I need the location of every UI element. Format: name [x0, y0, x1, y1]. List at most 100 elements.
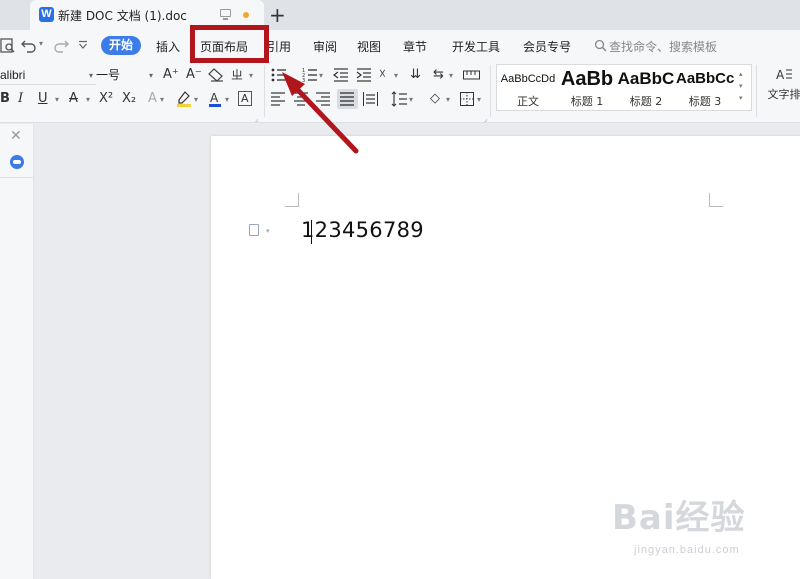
text-direction-icon[interactable]: ⇆ [433, 67, 444, 83]
shading-dropdown-icon[interactable]: ▾ [446, 92, 450, 108]
menu-bar: ▾ 开始 插入 页面布局 引用 审阅 视图 章节 开发工具 会员专号 › 查找命… [0, 30, 800, 61]
print-preview-icon[interactable] [0, 38, 16, 54]
increase-indent-icon[interactable] [356, 67, 372, 83]
style-sample-text: AaBbCcDd [500, 73, 556, 85]
highlight-dropdown-icon[interactable]: ▾ [194, 92, 198, 108]
paragraph-dialog-launcher-icon[interactable]: ⌟ [484, 111, 487, 127]
watermark-url: jingyan.baidu.com [634, 544, 740, 556]
text-effect-button[interactable]: A [148, 91, 157, 107]
styles-gallery-scroll[interactable]: ▴ ▾ ▾ [739, 68, 743, 104]
document-tab-title: 新建 DOC 文档 (1).doc [58, 9, 187, 23]
font-name-value: alibri [0, 68, 26, 82]
tab-section[interactable]: 章节 [403, 38, 427, 55]
menu-scroll-right-icon[interactable]: › [566, 36, 571, 50]
close-pane-icon[interactable]: ✕ [10, 128, 22, 144]
tab-insert[interactable]: 插入 [156, 38, 180, 55]
sort-icon[interactable]: ⇊ [410, 67, 421, 83]
clear-format-icon[interactable] [208, 68, 224, 82]
tab-home[interactable]: 开始 [101, 36, 141, 55]
font-size-dropdown-icon: ▾ [148, 71, 153, 80]
font-name-select[interactable]: alibri ▾ [0, 66, 96, 85]
chinese-layout-icon[interactable]: ☓ [379, 67, 386, 83]
subscript-button[interactable]: X₂ [122, 91, 136, 107]
styles-gallery: AaBbCcDd 正文 AaBb 标题 1 AaBbC 标题 2 AaBbCc … [496, 64, 752, 111]
redo-icon[interactable] [53, 38, 69, 54]
increase-font-size-icon[interactable]: A⁺ [163, 67, 179, 83]
decrease-font-size-icon[interactable]: A⁻ [186, 67, 202, 83]
paragraph-handle-dropdown-icon[interactable]: ▾ [266, 227, 270, 235]
tab-review[interactable]: 审阅 [313, 38, 337, 55]
strikethrough-dropdown-icon[interactable]: ▾ [86, 92, 90, 108]
tab-bar: W 新建 DOC 文档 (1).doc + [0, 0, 800, 30]
toolbar-divider [756, 65, 757, 117]
paragraph-handle-icon[interactable] [249, 224, 259, 236]
phonetic-guide-icon[interactable]: ㄓ [231, 67, 243, 83]
highlight-icon[interactable] [176, 91, 192, 107]
tab-member[interactable]: 会员专号 [523, 38, 571, 55]
align-center-icon[interactable] [294, 92, 309, 106]
underline-button[interactable]: U [38, 91, 48, 107]
font-color-dropdown-icon[interactable]: ▾ [225, 92, 229, 108]
font-color-icon[interactable]: A [208, 91, 222, 107]
bullet-list-icon[interactable] [271, 67, 287, 83]
distributed-align-icon[interactable] [363, 92, 378, 106]
svg-text:3: 3 [302, 78, 305, 83]
style-heading-3[interactable]: AaBbCc 标题 3 [676, 65, 734, 110]
text-layout-button[interactable]: A 文字排 [764, 67, 800, 102]
bold-button[interactable]: B [0, 91, 10, 107]
line-spacing-icon[interactable] [391, 91, 407, 107]
style-normal[interactable]: AaBbCcDd 正文 [499, 65, 557, 110]
text-effect-dropdown-icon[interactable]: ▾ [160, 92, 164, 108]
font-size-select[interactable]: 一号 ▾ [96, 66, 156, 85]
style-sample-text: AaBbC [617, 69, 675, 88]
decrease-indent-icon[interactable] [333, 67, 349, 83]
document-body-text[interactable]: 123456789 [301, 218, 424, 242]
toolbar-divider [264, 65, 265, 117]
undo-icon[interactable] [21, 38, 37, 54]
underline-dropdown-icon[interactable]: ▾ [55, 92, 59, 108]
tab-developer[interactable]: 开发工具 [452, 38, 500, 55]
font-size-value: 一号 [96, 68, 121, 82]
style-name-label: 标题 1 [570, 95, 604, 108]
strikethrough-button[interactable]: A [69, 91, 78, 107]
customize-quick-access-icon[interactable] [78, 40, 88, 50]
style-heading-1[interactable]: AaBb 标题 1 [558, 65, 616, 110]
text-cursor [311, 220, 312, 244]
tab-references[interactable]: 引用 [267, 38, 291, 55]
ribbon-toolbar: alibri ▾ 一号 ▾ A⁺ A⁻ ㄓ ▾ 123 ▾ ☓ ▾ ⇊ ⇆ ▾ … [0, 61, 800, 123]
shading-icon[interactable]: ◇ [430, 91, 440, 107]
chinese-layout-dropdown-icon[interactable]: ▾ [394, 68, 398, 84]
text-layout-icon: A [776, 68, 792, 82]
pane-divider [0, 177, 34, 178]
numbered-list-icon[interactable]: 123 [302, 67, 318, 83]
numbered-list-dropdown-icon[interactable]: ▾ [319, 68, 323, 84]
line-spacing-dropdown-icon[interactable]: ▾ [409, 92, 413, 108]
superscript-button[interactable]: X² [99, 91, 113, 107]
command-search-input[interactable]: 查找命令、搜索模板 [609, 38, 717, 55]
borders-icon[interactable] [460, 92, 474, 106]
undo-dropdown-icon[interactable]: ▾ [39, 39, 43, 48]
align-right-icon[interactable] [316, 92, 331, 106]
phonetic-dropdown-icon[interactable]: ▾ [249, 68, 253, 84]
align-justify-button[interactable] [337, 89, 358, 109]
margin-corner-mark [709, 193, 723, 207]
monitor-icon[interactable] [220, 9, 231, 20]
style-heading-2[interactable]: AaBbC 标题 2 [617, 65, 675, 110]
wps-writer-icon: W [39, 7, 54, 22]
font-name-dropdown-icon: ▾ [88, 71, 93, 80]
borders-dropdown-icon[interactable]: ▾ [477, 92, 481, 108]
style-sample-text: AaBbCc [676, 70, 734, 87]
toolbar-divider [490, 65, 491, 117]
tab-view[interactable]: 视图 [357, 38, 381, 55]
cloud-sync-icon[interactable] [10, 155, 24, 169]
italic-button[interactable]: I [18, 91, 23, 107]
character-border-button[interactable]: A [238, 91, 252, 106]
text-direction-dropdown-icon[interactable]: ▾ [449, 68, 453, 84]
font-dialog-launcher-icon[interactable]: ⌟ [255, 111, 258, 127]
new-tab-button[interactable]: + [269, 3, 286, 27]
align-justify-icon [340, 92, 354, 106]
align-left-icon[interactable] [271, 92, 286, 106]
unsaved-dot-icon [243, 12, 249, 18]
watermark-logo: Bai经验 [612, 498, 746, 538]
ruler-toggle-icon[interactable] [463, 69, 480, 81]
